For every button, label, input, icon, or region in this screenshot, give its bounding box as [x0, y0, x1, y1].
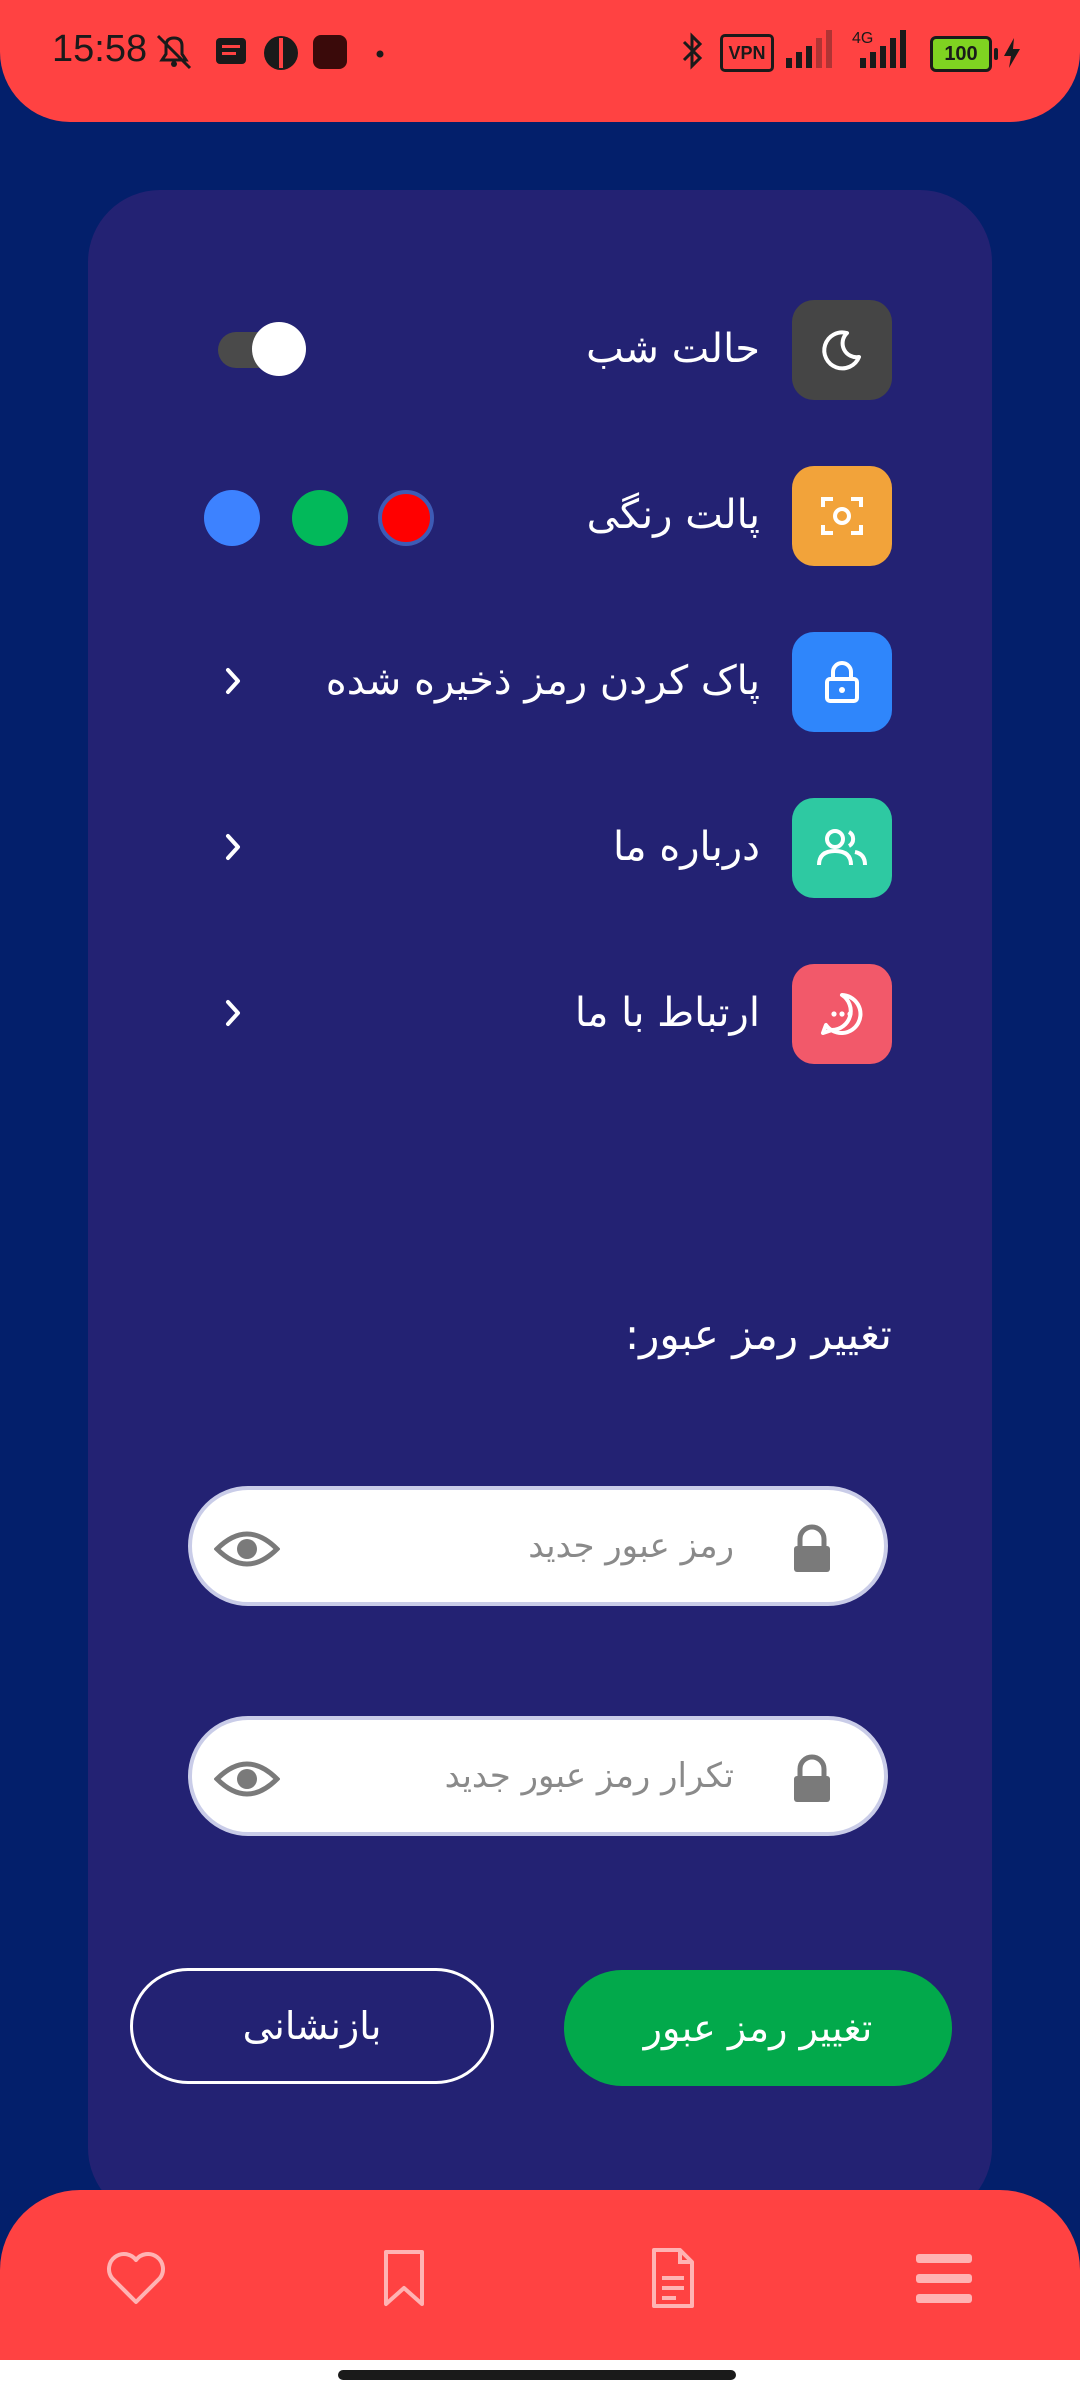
chevron-right-icon: [226, 834, 240, 860]
repeat-password-placeholder: تکرار رمز عبور جدید: [444, 1756, 734, 1796]
palette-icon: [792, 466, 892, 566]
palette-color-red[interactable]: [378, 490, 434, 546]
lock-icon: [794, 1524, 830, 1572]
about-label: درباره ما: [612, 824, 760, 870]
chevron-right-icon: [226, 1000, 240, 1026]
users-icon: [792, 798, 892, 898]
settings-row-palette: پالت رنگی: [88, 466, 992, 566]
status-bar: 15:58 VPN 4G 100: [0, 0, 1080, 122]
change-password-button[interactable]: تغییر رمز عبور: [564, 1970, 952, 2086]
chevron-right-icon: [226, 668, 240, 694]
app-square-icon: [313, 35, 347, 69]
dot-icon: [376, 50, 384, 58]
signal-icon: [786, 30, 838, 68]
chat-icon: [792, 964, 892, 1064]
toggle-knob: [252, 322, 306, 376]
palette-color-blue[interactable]: [204, 490, 260, 546]
mute-bell-icon: [156, 34, 192, 70]
signal-4g-icon: [860, 30, 912, 68]
app-circle-icon: [264, 36, 298, 70]
repeat-password-field[interactable]: تکرار رمز عبور جدید: [188, 1716, 888, 1836]
clear-password-label: پاک کردن رمز ذخیره شده: [325, 658, 760, 704]
new-password-placeholder: رمز عبور جدید: [528, 1526, 734, 1566]
night-mode-label: حالت شب: [586, 326, 760, 372]
message-icon: [216, 38, 246, 64]
bookmark-icon[interactable]: [372, 2246, 436, 2310]
settings-card: حالت شب پالت رنگی پاک کردن رمز ذخیره شده…: [88, 190, 992, 2220]
moon-icon: [792, 300, 892, 400]
contact-label: ارتباط با ما: [574, 990, 760, 1036]
system-nav-bar: [0, 2360, 1080, 2400]
eye-icon[interactable]: [214, 1524, 280, 1574]
battery-indicator: 100: [930, 36, 998, 72]
lock-icon: [792, 632, 892, 732]
document-icon[interactable]: [640, 2246, 704, 2310]
night-mode-toggle[interactable]: [218, 322, 306, 378]
change-password-title: تغییر رمز عبور:: [625, 1310, 892, 1359]
bottom-nav: [0, 2190, 1080, 2360]
bluetooth-icon: [682, 32, 703, 70]
charging-icon: [1004, 38, 1020, 68]
settings-row-night-mode[interactable]: حالت شب: [88, 300, 992, 400]
status-time: 15:58: [52, 28, 148, 70]
vpn-badge: VPN: [720, 34, 774, 72]
lock-icon: [794, 1754, 830, 1802]
heart-icon[interactable]: [104, 2246, 168, 2310]
palette-color-green[interactable]: [292, 490, 348, 546]
eye-icon[interactable]: [214, 1754, 280, 1804]
home-indicator[interactable]: [338, 2370, 736, 2380]
settings-row-clear-password[interactable]: پاک کردن رمز ذخیره شده: [88, 632, 992, 732]
reset-button[interactable]: بازنشانی: [130, 1968, 494, 2084]
menu-icon[interactable]: [912, 2246, 976, 2310]
new-password-field[interactable]: رمز عبور جدید: [188, 1486, 888, 1606]
palette-label: پالت رنگی: [586, 492, 760, 538]
settings-row-about[interactable]: درباره ما: [88, 798, 992, 898]
settings-row-contact[interactable]: ارتباط با ما: [88, 964, 992, 1064]
